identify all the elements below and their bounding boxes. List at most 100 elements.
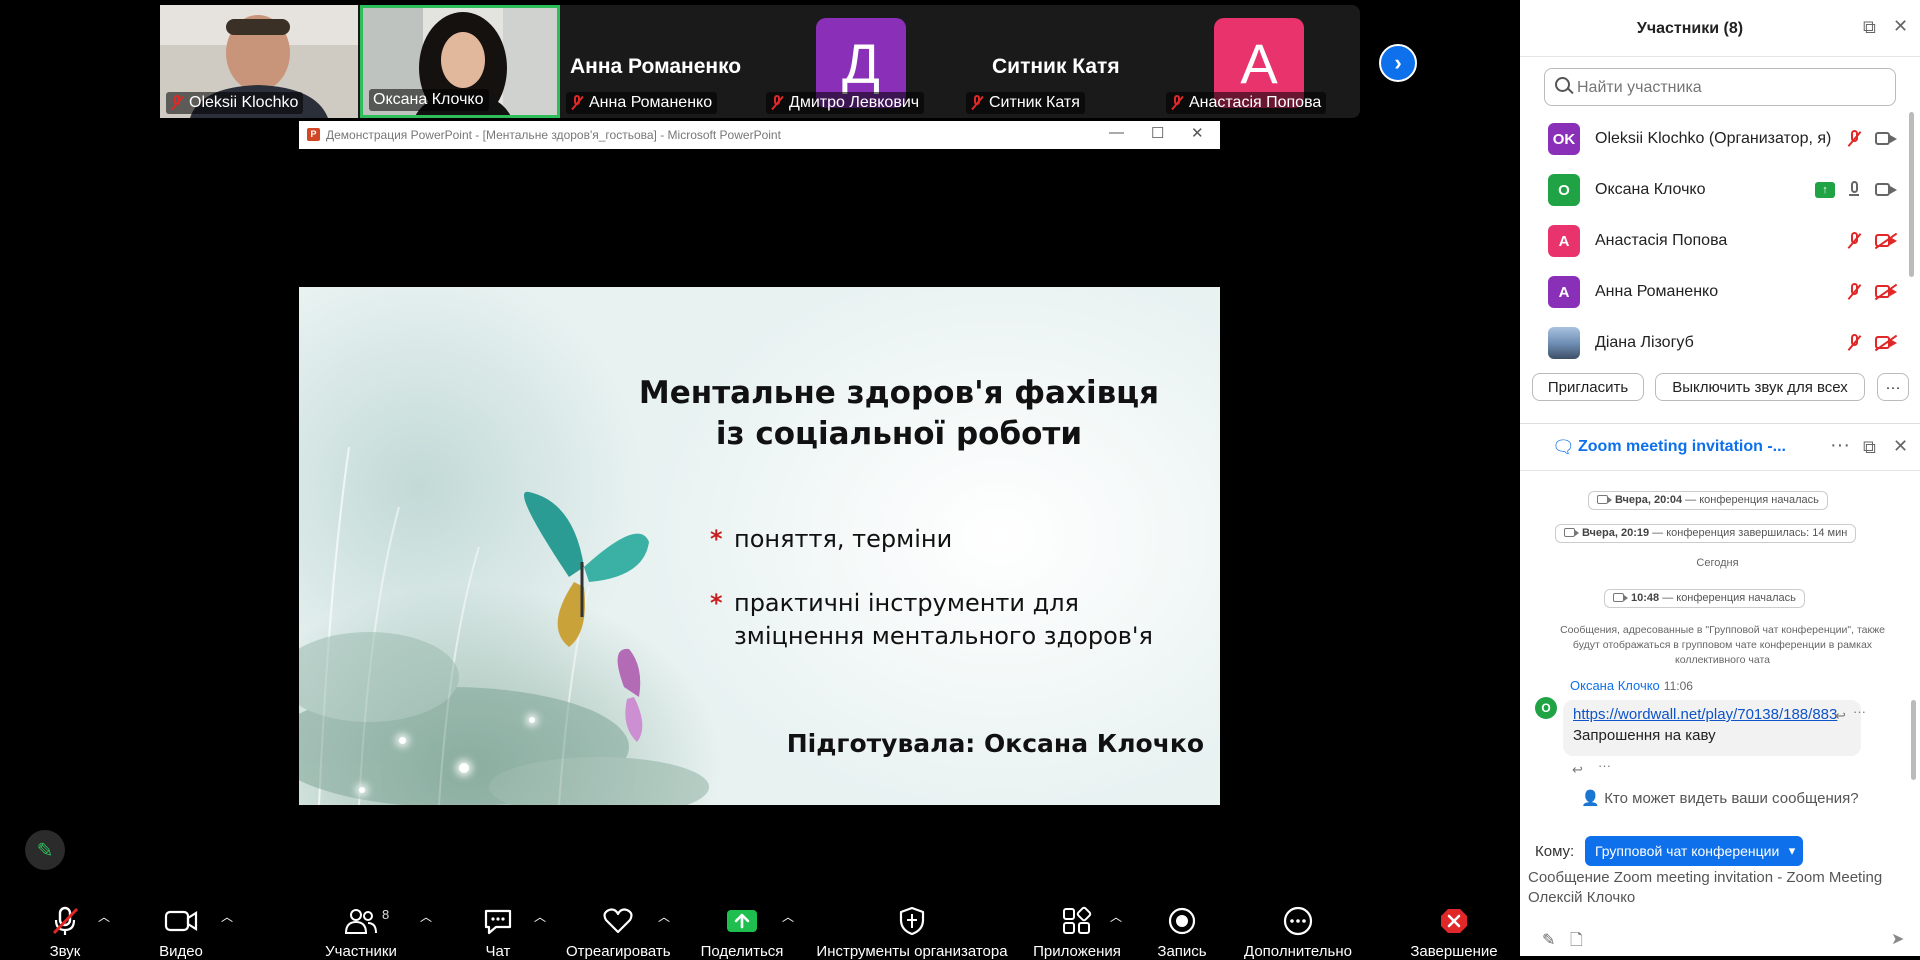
record-label: Запись: [1157, 943, 1207, 960]
react-options-caret-icon[interactable]: ︿: [658, 908, 670, 925]
more-options-button[interactable]: ···: [1877, 373, 1909, 401]
mic-muted-icon: [970, 95, 984, 111]
chat-icon: [478, 903, 518, 939]
mic-muted-icon[interactable]: [1846, 232, 1862, 250]
participant-name: Дмитро Левкович: [789, 94, 920, 111]
mic-muted-icon[interactable]: [1846, 283, 1862, 301]
more-icon[interactable]: ···: [1830, 434, 1850, 457]
mute-all-button[interactable]: Выключить звук для всех: [1655, 373, 1865, 401]
host-tools-button[interactable]: Инструменты организатора: [812, 891, 1012, 960]
participant-name: Oleksii Klochko (Организатор, я): [1595, 130, 1832, 147]
slide-author: Підготувала: Оксана Клочко: [786, 729, 1204, 758]
end-meeting-button[interactable]: Завершение: [1410, 891, 1498, 960]
participant-name: Оксана Клочко: [1595, 181, 1706, 198]
video-tile[interactable]: Анна Романенко Анна Романенко: [560, 5, 758, 118]
video-camera-icon[interactable]: [1875, 132, 1897, 146]
video-button[interactable]: Видео: [155, 891, 207, 960]
participant-name-label: Анастасія Попова: [1166, 92, 1327, 114]
send-icon[interactable]: ➤: [1891, 929, 1904, 949]
video-tile[interactable]: А Анастасія Попова: [1160, 5, 1358, 118]
video-tile[interactable]: Oleksii Klochko: [160, 5, 358, 118]
mic-muted-icon: [1170, 95, 1184, 111]
user-lock-icon: 👤: [1581, 790, 1605, 807]
video-camera-icon: [155, 903, 207, 939]
side-panel: Участники (8) ⧉ ✕ OK Oleksii Klochko (Ор…: [1520, 0, 1920, 956]
meeting-event: 10:48 — конференция началась: [1604, 589, 1805, 608]
file-icon[interactable]: 🗋: [1570, 929, 1583, 956]
avatar: OK: [1548, 123, 1580, 155]
participant-row[interactable]: Діана Лізогуб: [1520, 316, 1910, 367]
participants-scrollbar[interactable]: [1909, 112, 1914, 277]
reply-icon[interactable]: ↩: [1835, 708, 1846, 724]
participant-name: Анна Романенко: [589, 94, 713, 111]
chat-options-caret-icon[interactable]: ︿: [534, 908, 546, 925]
participant-search[interactable]: [1544, 68, 1896, 106]
more-icon[interactable]: ···: [1853, 704, 1866, 719]
reply-icon[interactable]: ↩: [1572, 762, 1583, 778]
more-icon[interactable]: ···: [1598, 758, 1611, 773]
video-label: Видео: [159, 943, 203, 960]
chat-header: 🗨 Zoom meeting invitation -... ··· ⧉ ✕: [1520, 423, 1920, 471]
apps-options-caret-icon[interactable]: ︿: [1110, 908, 1122, 925]
participant-name: Оксана Клочко: [373, 91, 484, 108]
video-off-icon[interactable]: [1874, 334, 1898, 352]
audio-button[interactable]: Звук: [40, 891, 90, 960]
audio-options-caret-icon[interactable]: ︿: [98, 908, 110, 925]
shield-icon: [812, 903, 1012, 939]
chat-title[interactable]: Zoom meeting invitation -...: [1578, 438, 1786, 456]
participants-button[interactable]: Участники: [320, 891, 402, 960]
chat-scrollbar[interactable]: [1911, 700, 1916, 780]
video-tile[interactable]: Ситник Катя Ситник Катя: [960, 5, 1158, 118]
recipient-select[interactable]: Групповой чат конференции: [1585, 836, 1804, 866]
participant-name: Анастасія Попова: [1595, 232, 1728, 249]
audio-label: Звук: [49, 943, 81, 960]
bullet-star-icon: *: [710, 525, 723, 553]
react-button[interactable]: Отреагировать: [566, 891, 671, 960]
close-icon[interactable]: ✕: [1191, 124, 1204, 142]
sparkle-decoration: [459, 763, 469, 773]
message-composer[interactable]: Сообщение Zoom meeting invitation - Zoom…: [1528, 868, 1908, 916]
participants-options-caret-icon[interactable]: ︿: [420, 908, 432, 925]
video-off-icon[interactable]: [1874, 232, 1898, 250]
message-link[interactable]: https://wordwall.net/play/70138/188/883: [1573, 706, 1848, 723]
participant-row[interactable]: А Анна Романенко: [1520, 265, 1910, 316]
maximize-icon[interactable]: ☐: [1151, 124, 1164, 142]
minimize-icon[interactable]: —: [1109, 124, 1124, 141]
share-screen-button[interactable]: Поделиться: [700, 891, 784, 960]
popout-icon[interactable]: ⧉: [1863, 437, 1876, 458]
chat-message[interactable]: https://wordwall.net/play/70138/188/883 …: [1563, 700, 1866, 756]
participant-name: Oleksii Klochko: [189, 94, 299, 111]
chat-button[interactable]: Чат: [478, 891, 518, 960]
record-button[interactable]: Запись: [1155, 891, 1209, 960]
participant-row[interactable]: А Анастасія Попова: [1520, 214, 1910, 265]
more-button[interactable]: Дополнительно: [1240, 891, 1356, 960]
popout-icon[interactable]: ⧉: [1863, 17, 1876, 38]
close-icon[interactable]: ✕: [1893, 436, 1908, 457]
chat-bubble-icon: 🗨: [1552, 437, 1575, 457]
participant-row[interactable]: О Оксана Клочко ↑: [1520, 163, 1910, 214]
video-tile[interactable]: Д Дмитро Левкович: [760, 5, 958, 118]
share-options-caret-icon[interactable]: ︿: [782, 908, 794, 925]
video-options-caret-icon[interactable]: ︿: [221, 908, 233, 925]
who-can-see-messages-link[interactable]: 👤 Кто может видеть ваши сообщения?: [1520, 789, 1920, 807]
next-page-button[interactable]: ›: [1379, 44, 1417, 82]
search-input[interactable]: [1575, 74, 1879, 102]
annotate-pencil-icon[interactable]: ✎: [25, 830, 65, 870]
participant-name: Анастасія Попова: [1189, 94, 1322, 111]
mic-muted-icon[interactable]: [1846, 130, 1862, 148]
mic-muted-icon[interactable]: [1846, 334, 1862, 352]
slide-bullet: * практичні інструменти для зміцнення ме…: [710, 587, 1153, 653]
video-off-icon[interactable]: [1874, 283, 1898, 301]
video-camera-icon[interactable]: [1875, 183, 1897, 197]
participant-row[interactable]: OK Oleksii Klochko (Организатор, я): [1520, 112, 1910, 163]
participants-icon: [320, 903, 402, 939]
video-tile-active-speaker[interactable]: Оксана Клочко: [360, 5, 560, 118]
window-title: Демонстрация PowerPoint - [Ментальне здо…: [326, 128, 781, 142]
close-icon[interactable]: ✕: [1893, 16, 1908, 37]
invite-button[interactable]: Пригласить: [1532, 373, 1644, 401]
format-text-icon[interactable]: ✎: [1542, 930, 1555, 950]
mic-on-icon[interactable]: [1846, 181, 1862, 199]
participants-label: Участники: [325, 943, 397, 960]
bullet-text: зміцнення ментального здоров'я: [734, 622, 1153, 650]
end-meeting-icon: [1410, 903, 1498, 939]
